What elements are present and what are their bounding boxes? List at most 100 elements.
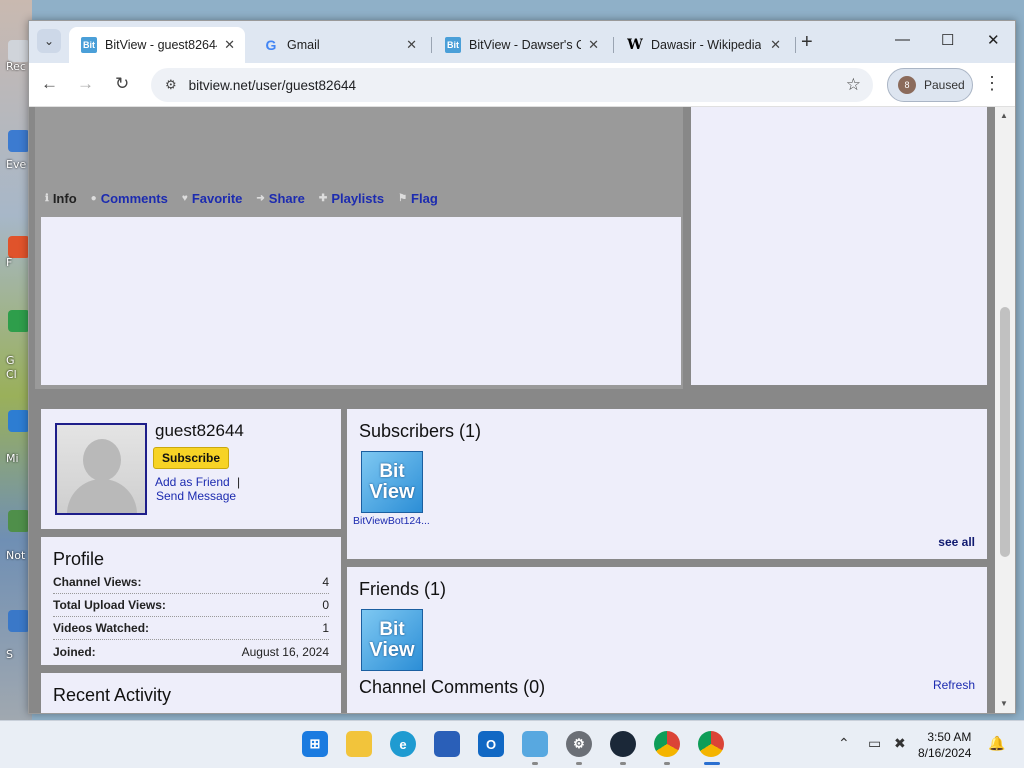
minimize-icon[interactable]: —	[895, 31, 910, 48]
subscriber-name-link[interactable]: BitViewBot124...	[353, 515, 430, 527]
maximize-icon[interactable]: ☐	[941, 31, 954, 49]
heart-icon: ♥	[181, 193, 188, 204]
chevron-up-icon[interactable]: ⌃	[838, 735, 850, 752]
clock-time: 3:50 AM	[927, 730, 972, 744]
tab-label: Comments	[100, 191, 168, 206]
desktop-label: Eve	[6, 158, 27, 171]
page-scrollbar[interactable]: ▲ ▼	[995, 107, 1015, 713]
close-tab-icon[interactable]: ✕	[588, 37, 599, 53]
url-text[interactable]: bitview.net/user/guest82644	[189, 78, 356, 93]
refresh-link[interactable]: Refresh	[933, 678, 975, 692]
edge-icon[interactable]: e	[390, 731, 416, 757]
recycle-bin-icon[interactable]	[8, 40, 30, 62]
thumb-text: View	[369, 481, 415, 503]
tab-label: Share	[268, 191, 305, 206]
tab-playlists[interactable]: ✚ Playlists	[319, 191, 384, 206]
clock[interactable]: 3:50 AM 8/16/2024	[918, 729, 971, 761]
outlook-icon[interactable]: O	[478, 731, 504, 757]
photos-icon[interactable]	[522, 731, 548, 757]
clock-date: 8/16/2024	[918, 746, 972, 760]
tab-comments[interactable]: ● Comments	[91, 191, 168, 206]
desktop-label: Cl	[6, 368, 17, 381]
tab-gmail[interactable]: G Gmail ✕	[251, 27, 427, 63]
menu-kebab-icon[interactable]: ⋮	[983, 73, 1001, 94]
subscriber-thumbnail[interactable]: Bit View	[361, 451, 423, 513]
chrome-profile-icon[interactable]	[698, 731, 724, 757]
bitview-favicon-icon: Bit	[81, 37, 97, 53]
start-icon[interactable]: ⊞	[302, 731, 328, 757]
tab-label: Info	[52, 191, 77, 206]
avatar-head-shape	[83, 439, 121, 481]
notification-bell-icon[interactable]: 🔔	[988, 735, 1005, 752]
profile-value: 4	[322, 575, 329, 589]
tab-search-button[interactable]: ⌄	[37, 29, 61, 53]
running-indicator	[576, 762, 582, 765]
tab-label: Dawasir - Wikipedia	[651, 38, 762, 52]
tab-flag[interactable]: ⚑ Flag	[398, 191, 438, 206]
scrollbar-thumb[interactable]	[1000, 307, 1010, 557]
reload-icon[interactable]: ↻	[115, 74, 129, 94]
chrome-shortcut-icon[interactable]	[8, 310, 30, 332]
send-message-link[interactable]: Send Message	[156, 489, 236, 503]
close-window-icon[interactable]: ✕	[987, 31, 1000, 49]
app-shortcut-icon[interactable]	[8, 236, 30, 258]
desktop-label: Mi	[6, 452, 19, 465]
notepad-shortcut-icon[interactable]	[8, 510, 30, 532]
profile-box: Profile Channel Views: 4 Total Upload Vi…	[41, 537, 341, 665]
tab-label: Gmail	[287, 38, 320, 52]
close-tab-icon[interactable]: ✕	[770, 37, 781, 53]
app-shortcut-icon[interactable]	[8, 410, 30, 432]
page-content: ℹ Info ● Comments ♥ Favorite ➜ Share ✚ Playli…	[29, 107, 997, 713]
tab-label: BitView - guest82644	[105, 38, 217, 52]
app-shortcut-icon[interactable]	[8, 130, 30, 152]
running-indicator	[704, 762, 720, 765]
info-panel	[41, 217, 681, 385]
video-player-area: ℹ Info ● Comments ♥ Favorite ➜ Share ✚ Playli…	[35, 107, 683, 389]
desktop-label: F	[6, 256, 13, 269]
tab-divider	[613, 37, 614, 53]
scroll-up-arrow-icon[interactable]: ▲	[1000, 111, 1008, 120]
site-settings-icon[interactable]: ⚙	[165, 77, 177, 93]
close-tab-icon[interactable]: ✕	[406, 37, 417, 53]
new-tab-plus-icon[interactable]: +	[801, 31, 813, 54]
profile-button[interactable]: 8 Paused	[887, 68, 973, 102]
volume-muted-icon[interactable]: ✖	[894, 735, 906, 752]
avatar-body-shape	[67, 479, 137, 513]
browser-window: ⌄ Bit BitView - guest82644 ✕ G Gmail ✕ B…	[28, 20, 1016, 714]
subscribe-button[interactable]: Subscribe	[153, 447, 230, 469]
desktop-label: Rec	[6, 60, 26, 73]
settings-icon[interactable]: ⚙	[566, 731, 592, 757]
tab-share[interactable]: ➜ Share	[256, 191, 305, 206]
tab-divider	[431, 37, 432, 53]
video-info-tabs: ℹ Info ● Comments ♥ Favorite ➜ Share ✚ Playli…	[45, 191, 438, 206]
network-icon[interactable]: ▭	[868, 735, 881, 752]
steam-icon[interactable]	[610, 731, 636, 757]
store-icon[interactable]	[434, 731, 460, 757]
browser-toolbar: ← → ↻ ⚙ bitview.net/user/guest82644 ☆ 8 …	[29, 63, 1015, 107]
profile-value: 0	[322, 598, 329, 612]
tab-bitview-dawser[interactable]: Bit BitView - Dawser's C ✕	[433, 27, 609, 63]
tab-favorite[interactable]: ♥ Favorite	[182, 191, 243, 206]
address-bar[interactable]: ⚙ bitview.net/user/guest82644 ☆	[151, 68, 873, 102]
avatar[interactable]	[55, 423, 147, 515]
app-shortcut-icon[interactable]	[8, 610, 30, 632]
friend-thumbnail[interactable]: Bit View	[361, 609, 423, 671]
chrome-icon[interactable]	[654, 731, 680, 757]
forward-arrow-icon[interactable]: →	[77, 74, 94, 94]
comment-icon: ●	[90, 193, 97, 204]
scroll-down-arrow-icon[interactable]: ▼	[1000, 699, 1008, 708]
info-icon: ℹ	[45, 193, 49, 204]
tab-wikipedia[interactable]: W Dawasir - Wikipedia ✕	[615, 27, 791, 63]
file-explorer-icon[interactable]	[346, 731, 372, 757]
see-all-link[interactable]: see all	[938, 535, 975, 549]
back-arrow-icon[interactable]: ←	[41, 74, 58, 94]
desktop-label: S	[6, 648, 13, 661]
bookmark-star-icon[interactable]: ☆	[846, 75, 861, 95]
tab-info[interactable]: ℹ Info	[45, 191, 77, 206]
thumb-text: View	[369, 639, 415, 661]
subscribers-title: Subscribers (1)	[359, 421, 482, 441]
close-tab-icon[interactable]: ✕	[224, 37, 235, 53]
tab-bitview-guest[interactable]: Bit BitView - guest82644 ✕	[69, 27, 245, 63]
profile-status: Paused	[924, 78, 965, 92]
add-friend-link[interactable]: Add as Friend	[155, 475, 230, 489]
